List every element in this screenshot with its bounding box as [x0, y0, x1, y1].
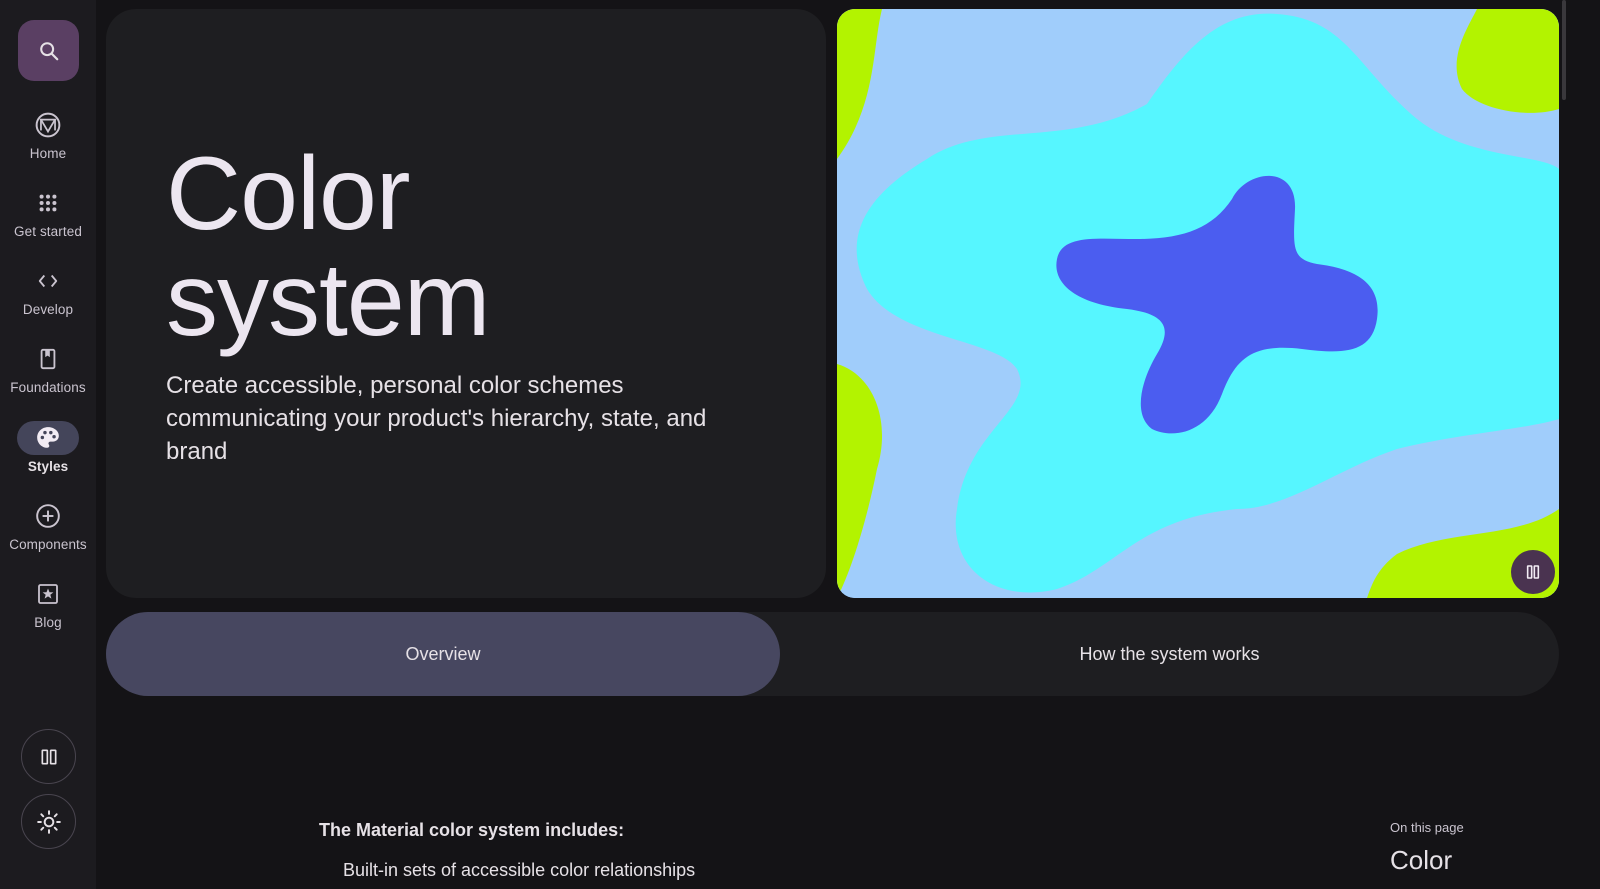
search-icon [39, 41, 58, 60]
hero-artwork [837, 9, 1559, 598]
nav-label-foundations: Foundations [10, 380, 86, 395]
navigation-rail: Home Get started Develop Foundations Sty… [0, 0, 96, 889]
section-heading: The Material color system includes: [319, 820, 625, 840]
code-icon [38, 274, 58, 288]
book-icon [40, 348, 56, 370]
page-scrollbar[interactable] [1562, 0, 1566, 100]
apps-grid-icon [39, 194, 57, 212]
pause-icon [1526, 565, 1540, 579]
toc-label: On this page [1390, 820, 1464, 835]
star-box-icon [38, 584, 58, 604]
add-circle-icon [36, 504, 60, 528]
nav-item-get-started[interactable]: Get started [0, 186, 96, 254]
page-title-line-1: Color [166, 136, 411, 252]
list-item: Built-in sets of accessible color relati… [343, 860, 696, 880]
theme-toggle-button[interactable] [21, 794, 76, 849]
nav-pill-home [17, 108, 79, 142]
nav-item-foundations[interactable]: Foundations [0, 342, 96, 410]
page-tabs: Overview How the system works [106, 612, 1559, 696]
brightness-icon [36, 809, 61, 834]
nav-pill-styles [17, 421, 79, 455]
nav-label-styles: Styles [27, 459, 69, 474]
page-title: Color system [166, 136, 490, 358]
tab-how-the-system-works[interactable]: How the system works [780, 612, 1559, 696]
nav-pill-blog [17, 577, 79, 611]
nav-label-get-started: Get started [14, 224, 82, 239]
palette-icon [37, 427, 59, 448]
nav-pill-components [17, 499, 79, 533]
nav-item-home[interactable]: Home [0, 108, 96, 176]
artwork-pause-button[interactable] [1511, 550, 1555, 594]
nav-pill-develop [17, 264, 79, 298]
nav-item-styles[interactable]: Styles [0, 421, 96, 489]
lime-blob-top-right [1456, 9, 1559, 113]
search-button[interactable] [18, 20, 79, 81]
nav-pill-get-started [17, 186, 79, 220]
nav-pill-foundations [17, 342, 79, 376]
nav-label-components: Components [9, 537, 87, 552]
nav-label-blog: Blog [34, 615, 62, 630]
nav-item-develop[interactable]: Develop [0, 264, 96, 332]
nav-label-home: Home [29, 146, 67, 161]
pause-icon [41, 749, 57, 764]
page-subtitle: Create accessible, personal color scheme… [166, 372, 707, 465]
hero-card: Color system Create accessible, personal… [106, 9, 826, 598]
nav-item-components[interactable]: Components [0, 499, 96, 567]
page-title-line-2: system [166, 242, 490, 358]
tab-overview[interactable]: Overview [106, 612, 780, 696]
pause-animations-button[interactable] [21, 729, 76, 784]
material-logo-icon [35, 112, 61, 138]
color-blob-illustration [837, 9, 1559, 598]
nav-item-blog[interactable]: Blog [0, 577, 96, 645]
toc-item-color[interactable]: Color [1390, 845, 1452, 876]
nav-label-develop: Develop [22, 302, 74, 317]
